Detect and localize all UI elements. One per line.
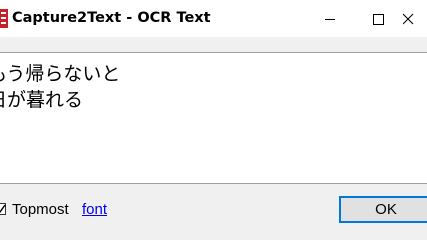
maximize-button[interactable] xyxy=(355,0,401,37)
ok-button-label: OK xyxy=(375,201,397,218)
maximize-icon xyxy=(373,13,384,25)
font-link[interactable]: font xyxy=(82,201,107,219)
capture2text-app-icon xyxy=(0,9,8,28)
window-title: Capture2Text - OCR Text xyxy=(12,10,211,26)
ocr-text-window: Capture2Text - OCR Text もう帰らないと 日が暮れる To… xyxy=(0,0,427,240)
topmost-label[interactable]: Topmost xyxy=(12,201,69,219)
minimize-icon xyxy=(325,18,335,20)
checkmark-icon xyxy=(0,204,6,214)
close-button[interactable] xyxy=(403,0,427,37)
ocr-text-content[interactable]: もう帰らないと 日が暮れる xyxy=(0,61,120,113)
ok-button[interactable]: OK xyxy=(339,196,427,223)
topmost-checkbox[interactable] xyxy=(0,203,6,215)
close-icon xyxy=(403,13,414,24)
title-separator xyxy=(0,38,427,52)
minimize-button[interactable] xyxy=(307,0,353,37)
title-bar[interactable]: Capture2Text - OCR Text xyxy=(0,0,427,37)
ocr-text-box[interactable]: もう帰らないと 日が暮れる xyxy=(0,52,427,184)
